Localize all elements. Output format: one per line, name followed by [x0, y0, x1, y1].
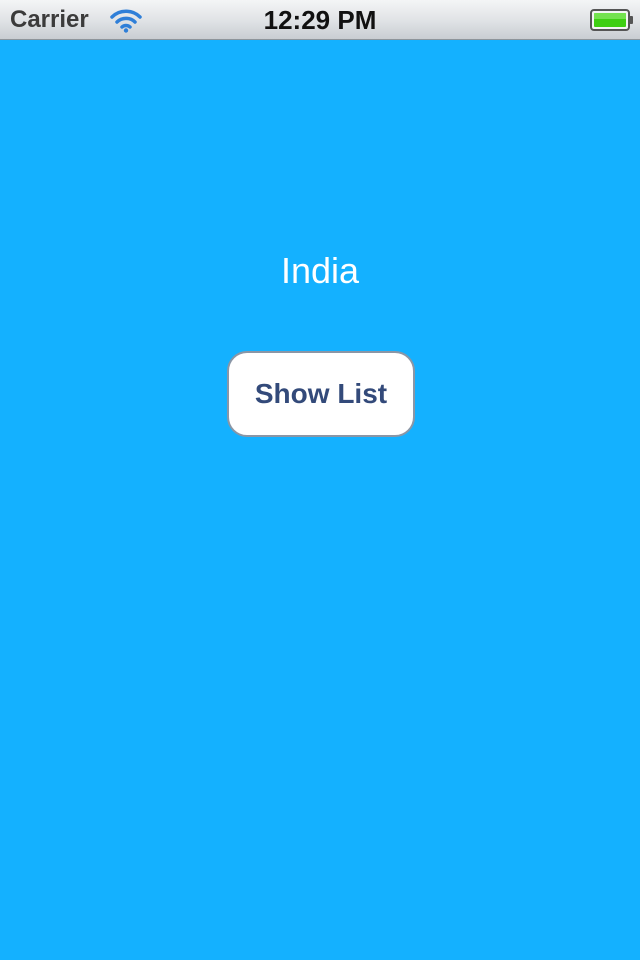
- status-bar: Carrier 12:29 PM: [0, 0, 640, 40]
- app-screen: Carrier 12:29 PM India Show List: [0, 0, 640, 960]
- status-time: 12:29 PM: [263, 5, 377, 35]
- show-list-button-label: Show List: [254, 378, 388, 409]
- battery-full-icon: [590, 9, 633, 31]
- country-label: India: [280, 250, 360, 291]
- show-list-button[interactable]: Show List: [227, 351, 415, 437]
